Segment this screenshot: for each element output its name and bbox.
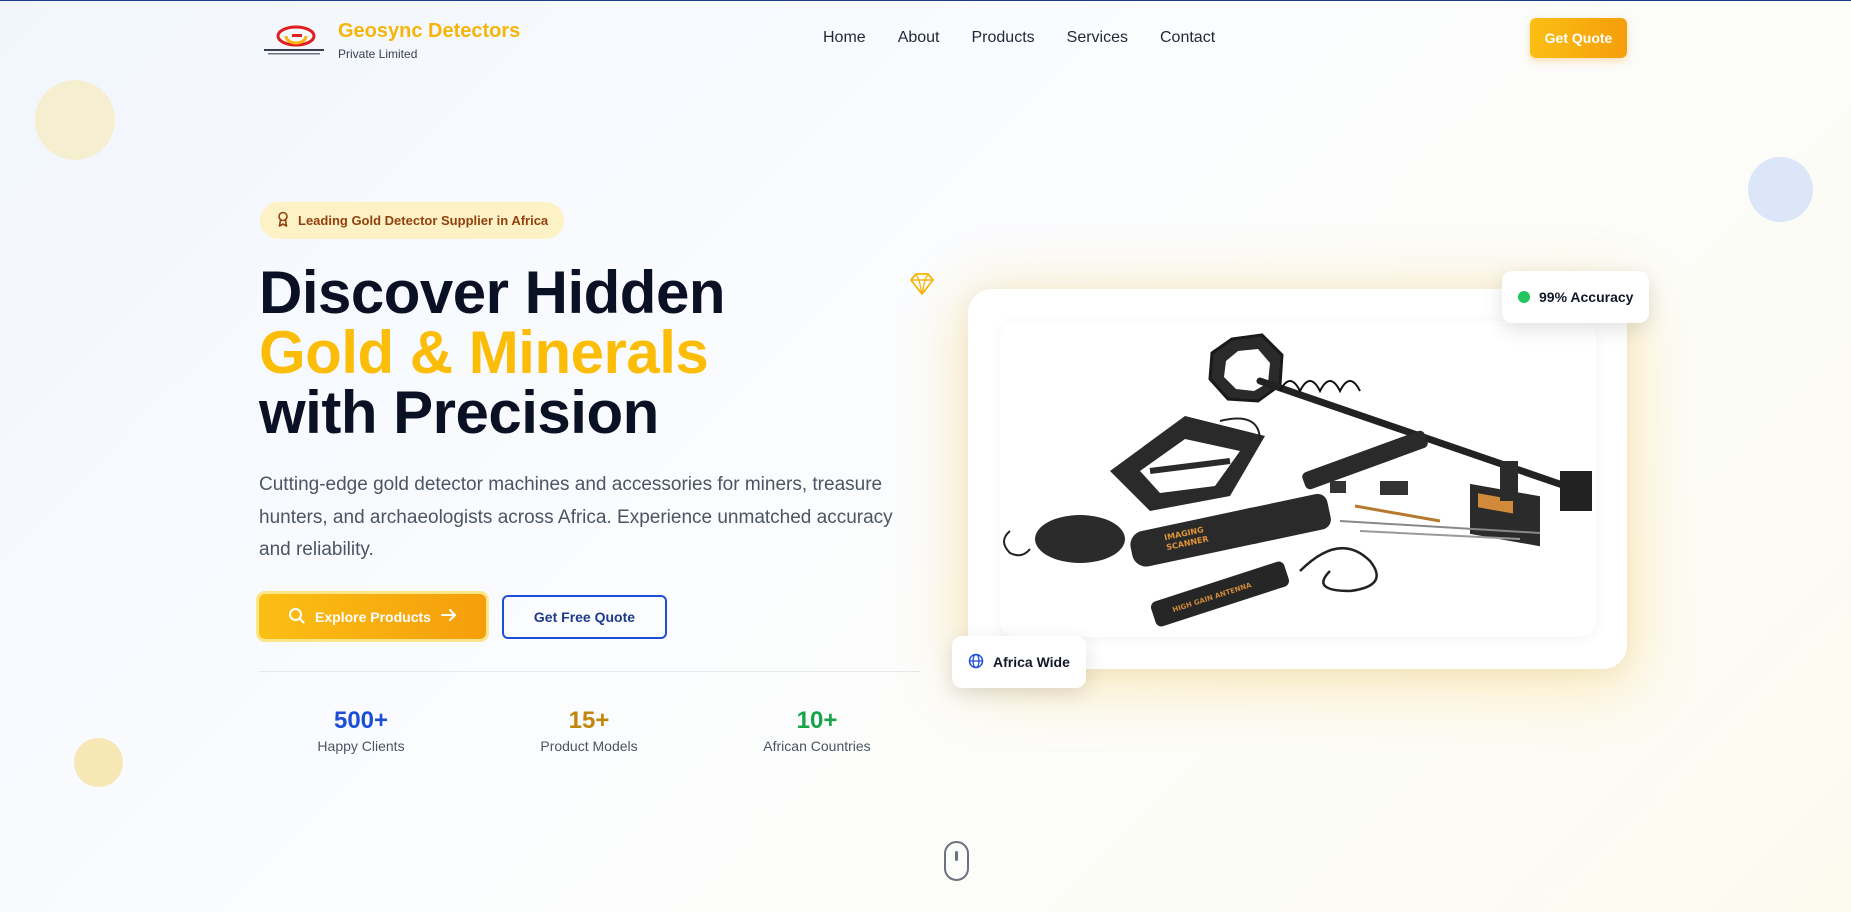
nav-about[interactable]: About — [898, 28, 940, 48]
status-dot-icon — [1518, 291, 1530, 303]
brand[interactable]: Geosync Detectors Private Limited — [262, 19, 520, 62]
brand-subtitle: Private Limited — [338, 47, 418, 61]
main-nav: Home About Products Services Contact — [823, 28, 1215, 48]
nav-contact[interactable]: Contact — [1160, 28, 1215, 48]
gem-icon — [910, 273, 934, 300]
get-free-quote-button[interactable]: Get Free Quote — [502, 595, 667, 639]
nav-products[interactable]: Products — [972, 28, 1035, 48]
get-quote-button[interactable]: Get Quote — [1530, 18, 1627, 58]
decorative-circle — [74, 738, 123, 787]
hero-title-line3: with Precision — [259, 379, 659, 446]
brand-name: Geosync Detectors — [338, 20, 521, 42]
explore-products-label: Explore Products — [315, 608, 431, 625]
stat-product-models: 15+ Product Models — [489, 707, 689, 755]
accuracy-text: 99% Accuracy — [1539, 289, 1634, 305]
arrow-right-icon — [440, 608, 457, 625]
mouse-scroll-icon[interactable] — [944, 841, 969, 881]
africa-wide-text: Africa Wide — [993, 654, 1070, 670]
award-icon — [276, 211, 290, 230]
nav-home[interactable]: Home — [823, 28, 866, 48]
search-icon — [288, 607, 305, 627]
hero-title-line1: Discover Hidden — [259, 259, 725, 326]
globe-icon — [968, 653, 984, 672]
stat-value: 15+ — [568, 707, 610, 734]
nav-services[interactable]: Services — [1067, 28, 1128, 48]
hero-title-line2: Gold & Minerals — [259, 319, 709, 386]
accuracy-badge: 99% Accuracy — [1502, 271, 1650, 323]
stat-label: Product Models — [540, 738, 638, 754]
badge-text: Leading Gold Detector Supplier in Africa — [298, 213, 549, 228]
hero-badge: Leading Gold Detector Supplier in Africa — [260, 202, 565, 239]
product-image: IMAGING SCANNER HIGH GAIN ANTENNA — [1000, 321, 1596, 637]
decorative-circle — [1748, 157, 1813, 222]
stat-value: 10+ — [796, 707, 838, 734]
decorative-circle — [35, 80, 115, 160]
company-logo — [262, 22, 326, 60]
hero-description: Cutting-edge gold detector machines and … — [259, 474, 893, 560]
stats-divider — [259, 671, 920, 672]
stat-value: 500+ — [333, 707, 389, 734]
hero-title: Discover Hidden Gold & Minerals with Pre… — [259, 263, 725, 443]
stat-label: Happy Clients — [317, 738, 405, 754]
stat-african-countries: 10+ African Countries — [717, 707, 917, 755]
africa-wide-badge: Africa Wide — [952, 636, 1086, 688]
explore-products-button[interactable]: Explore Products — [259, 594, 486, 639]
stat-label: African Countries — [763, 738, 871, 754]
stat-happy-clients: 500+ Happy Clients — [261, 707, 461, 755]
site-header: Geosync Detectors Private Limited Home A… — [0, 1, 1851, 75]
